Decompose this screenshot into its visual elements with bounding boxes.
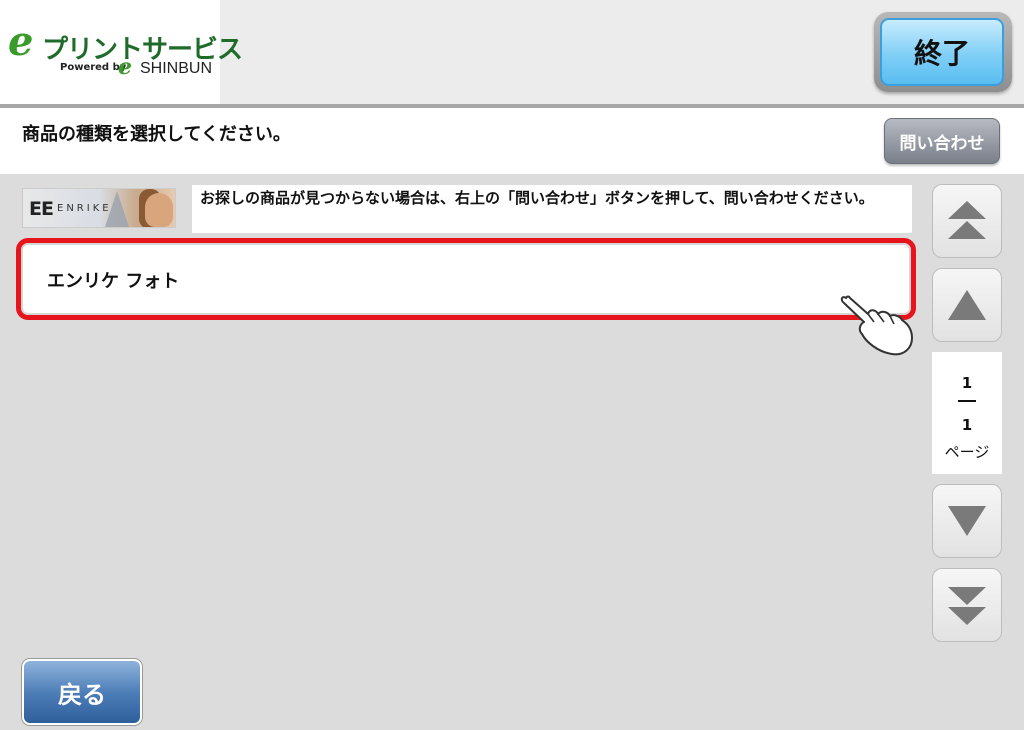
enrike-banner-image: EE ENRIKE — [22, 188, 176, 228]
scroll-up-button[interactable] — [932, 268, 1002, 342]
up-arrow-icon — [948, 290, 986, 320]
double-down-arrow-icon — [948, 587, 986, 625]
logo-e-mark-small: e — [118, 54, 132, 80]
page-separator — [958, 400, 976, 402]
page-indicator: 1 1 ページ — [932, 352, 1002, 474]
instruction-bar: 商品の種類を選択してください。 問い合わせ — [0, 108, 1024, 174]
page-label: ページ — [944, 443, 990, 461]
info-message-box: お探しの商品が見つからない場合は、右上の「問い合わせ」ボタンを押して、問い合わせ… — [192, 185, 912, 233]
pointing-hand-icon — [840, 295, 913, 356]
banner-logo-word: ENRIKE — [57, 203, 112, 214]
back-button[interactable]: 戻る — [22, 659, 142, 725]
double-up-arrow-icon — [948, 201, 986, 239]
list-item[interactable]: エンリケ フォト — [16, 238, 916, 320]
end-button[interactable]: 終了 — [874, 12, 1012, 92]
app-logo: e プリントサービス Powered by e SHINBUN — [0, 0, 243, 104]
end-button-label: 終了 — [880, 18, 1004, 86]
scroll-down-button[interactable] — [932, 484, 1002, 558]
total-pages: 1 — [961, 416, 973, 434]
list-item-label: エンリケ フォト — [47, 271, 180, 292]
logo-brand: SHINBUN — [140, 60, 213, 77]
banner-logo-mark: EE — [29, 198, 54, 220]
contact-button[interactable]: 問い合わせ — [884, 118, 1000, 164]
logo-e-mark: e — [8, 18, 34, 65]
info-message: お探しの商品が見つからない場合は、右上の「問い合わせ」ボタンを押して、問い合わせ… — [200, 189, 874, 207]
model-face-graphic — [145, 193, 173, 227]
scroll-top-button[interactable] — [932, 184, 1002, 258]
header: e プリントサービス Powered by e SHINBUN 終了 — [0, 0, 1024, 104]
scroll-bottom-button[interactable] — [932, 568, 1002, 642]
logo-powered-by: Powered by — [60, 62, 127, 73]
current-page: 1 — [961, 374, 973, 392]
instruction-text: 商品の種類を選択してください。 — [22, 124, 291, 145]
down-arrow-icon — [948, 506, 986, 536]
